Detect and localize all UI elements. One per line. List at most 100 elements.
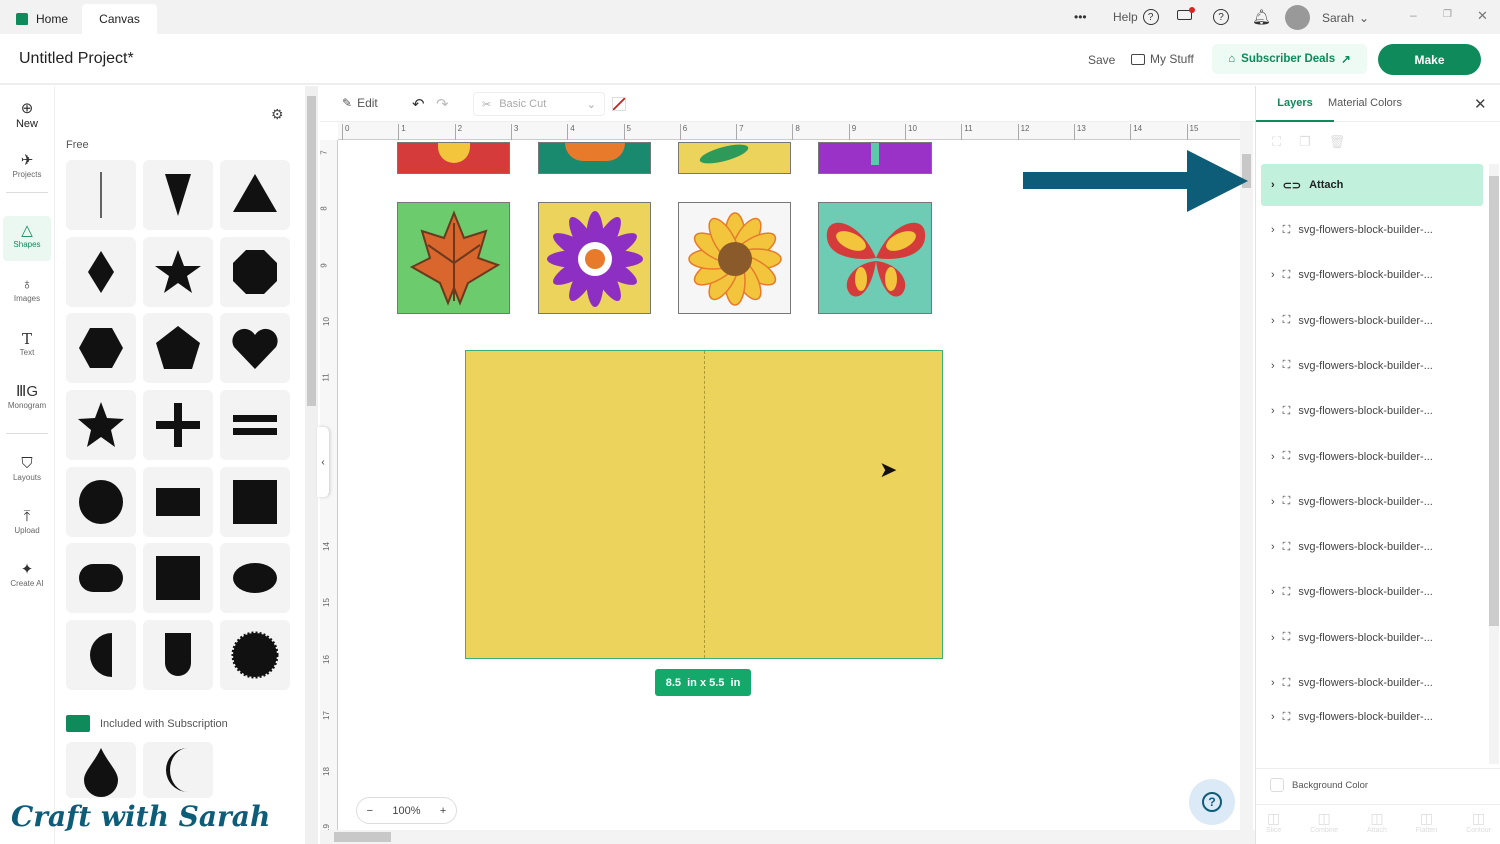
nav-projects[interactable]: ✈ Projects — [3, 152, 51, 179]
shape-octagon[interactable] — [220, 237, 290, 307]
undo-button[interactable]: ↶ — [412, 95, 425, 113]
user-menu[interactable]: Sarah ⌄ — [1322, 11, 1369, 25]
more-menu-button[interactable]: ••• — [1074, 10, 1087, 24]
zoom-out-button[interactable]: − — [367, 805, 373, 817]
redo-button[interactable]: ↷ — [436, 95, 449, 113]
tool-contour[interactable]: ◫ Contour — [1466, 810, 1491, 834]
filter-icon[interactable]: ⚙︎ — [271, 106, 284, 123]
help-button[interactable]: Help? — [1113, 9, 1159, 25]
tool-slice[interactable]: ◫ Slice — [1266, 810, 1281, 834]
restore-button[interactable]: ❐ — [1443, 9, 1452, 20]
shape-scalloped-circle[interactable] — [220, 620, 290, 690]
shape-crescent[interactable] — [143, 742, 213, 798]
shape-plus[interactable] — [143, 390, 213, 460]
shape-equals[interactable] — [220, 390, 290, 460]
tile-maple-leaf[interactable] — [397, 202, 510, 314]
shape-star[interactable] — [143, 237, 213, 307]
machine-icon[interactable] — [1177, 7, 1195, 20]
card-base-rectangle[interactable] — [465, 350, 943, 659]
shape-square-solid[interactable] — [143, 543, 213, 613]
tab-canvas[interactable]: Canvas — [82, 4, 157, 34]
tab-home[interactable]: Home — [8, 4, 76, 34]
canvas-scrollbar[interactable] — [1240, 122, 1253, 830]
collapse-panel-button[interactable]: ‹ — [317, 427, 329, 497]
trash-icon[interactable]: 🗑︎ — [1329, 134, 1346, 150]
layer-item[interactable]: › ⛶ svg-flowers-block-builder-... — [1261, 254, 1483, 296]
tile-sunflower[interactable] — [678, 202, 791, 314]
shape-pentagon[interactable] — [143, 313, 213, 383]
layer-item[interactable]: › ⛶ svg-flowers-block-builder-... — [1261, 481, 1483, 523]
save-button[interactable]: Save — [1088, 53, 1115, 67]
canvas-hscrollbar[interactable] — [320, 830, 1255, 844]
nav-monogram[interactable]: ⅢG Monogram — [3, 383, 51, 410]
shape-line[interactable] — [66, 160, 136, 230]
tile-red[interactable] — [397, 142, 510, 174]
tab-material-colors[interactable]: Material Colors — [1328, 97, 1402, 109]
shape-rectangle[interactable] — [143, 467, 213, 537]
layer-item[interactable]: › ⛶ svg-flowers-block-builder-... — [1261, 390, 1483, 432]
my-stuff-button[interactable]: My Stuff — [1131, 52, 1194, 66]
tool-combine[interactable]: ◫ Combine — [1310, 810, 1338, 834]
layer-item[interactable]: › ⛶ svg-flowers-block-builder-... — [1261, 209, 1483, 251]
layer-item[interactable]: › ⛶ svg-flowers-block-builder-... — [1261, 345, 1483, 387]
layer-item[interactable]: › ⛶ svg-flowers-block-builder-... — [1261, 571, 1483, 613]
nav-new[interactable]: ⊕ New — [3, 100, 51, 130]
shape-square[interactable] — [220, 467, 290, 537]
shape-star-five[interactable] — [66, 390, 136, 460]
shape-teardrop[interactable] — [66, 742, 136, 798]
edit-button[interactable]: ✎ Edit — [342, 96, 378, 110]
pen-color-icon[interactable] — [612, 97, 626, 111]
zoom-in-button[interactable]: + — [440, 805, 446, 817]
shape-rounded-rectangle[interactable] — [66, 543, 136, 613]
layer-item[interactable]: › ⛶ svg-flowers-block-builder-... — [1261, 300, 1483, 342]
make-button[interactable]: Make — [1378, 44, 1481, 75]
nav-create-ai[interactable]: ✦ Create AI — [3, 561, 51, 588]
shape-hexagon[interactable] — [66, 313, 136, 383]
close-panel-icon[interactable]: ✕ — [1474, 95, 1487, 113]
shape-ellipse[interactable] — [220, 543, 290, 613]
tile-yellow-leaf[interactable] — [678, 142, 791, 174]
shape-diamond[interactable] — [66, 237, 136, 307]
group-icon[interactable]: ⛶ — [1272, 134, 1281, 150]
checkbox[interactable] — [1270, 778, 1284, 792]
duplicate-icon[interactable]: ❐ — [1299, 134, 1311, 150]
layer-group-attach[interactable]: › ⊂⊃ Attach — [1261, 164, 1483, 206]
layer-item[interactable]: › ⛶ svg-flowers-block-builder-... — [1261, 526, 1483, 568]
shape-circle[interactable] — [66, 467, 136, 537]
tile-purple[interactable] — [818, 142, 932, 174]
operation-select[interactable]: ✂ Basic Cut ⌄ — [473, 92, 605, 116]
layer-group-icon: ⛶ — [1282, 710, 1291, 723]
nav-images[interactable]: ♁ Images — [3, 276, 51, 303]
avatar[interactable] — [1285, 5, 1310, 30]
tab-layers[interactable]: Layers — [1256, 86, 1334, 122]
tool-flatten[interactable]: ◫ Flatten — [1416, 810, 1437, 834]
minimize-button[interactable]: – — [1410, 8, 1417, 22]
bell-icon[interactable]: 🔔︎ — [1252, 8, 1271, 26]
layer-item[interactable]: › ⛶ svg-flowers-block-builder-... — [1261, 707, 1483, 727]
layer-item[interactable]: › ⛶ svg-flowers-block-builder-... — [1261, 436, 1483, 478]
rounded-rectangle-icon — [79, 564, 123, 592]
subscriber-deals-button[interactable]: ⌂ Subscriber Deals ↗ — [1212, 44, 1367, 74]
layer-item[interactable]: › ⛶ svg-flowers-block-builder-... — [1261, 617, 1483, 659]
layer-item[interactable]: › ⛶ svg-flowers-block-builder-... — [1261, 662, 1483, 704]
tool-attach[interactable]: ◫ Attach — [1367, 810, 1387, 834]
help-chat-button[interactable]: ? — [1189, 779, 1235, 825]
tile-butterfly[interactable] — [818, 202, 932, 314]
tile-teal[interactable] — [538, 142, 651, 174]
nav-text[interactable]: T Text — [3, 330, 51, 357]
shape-heart[interactable] — [220, 313, 290, 383]
nav-upload[interactable]: ⤒ Upload — [3, 508, 51, 535]
nav-layouts[interactable]: ⛉ Layouts — [3, 455, 51, 482]
shape-triangle-down[interactable] — [143, 160, 213, 230]
shape-half-circle[interactable] — [66, 620, 136, 690]
tile-purple-flower[interactable] — [538, 202, 651, 314]
shapes-panel: ⚙︎ Free Included with Subscription Craft… — [11, 86, 305, 844]
nav-shapes[interactable]: △ Shapes — [3, 216, 51, 261]
project-title[interactable]: Untitled Project* — [19, 50, 134, 68]
support-chat-icon[interactable]: ? — [1213, 9, 1229, 25]
close-window-button[interactable]: ✕ — [1477, 8, 1488, 24]
background-color-toggle[interactable]: Background Color — [1270, 778, 1368, 792]
shape-arch[interactable] — [143, 620, 213, 690]
layers-scrollbar[interactable] — [1489, 164, 1499, 764]
shape-triangle[interactable] — [220, 160, 290, 230]
